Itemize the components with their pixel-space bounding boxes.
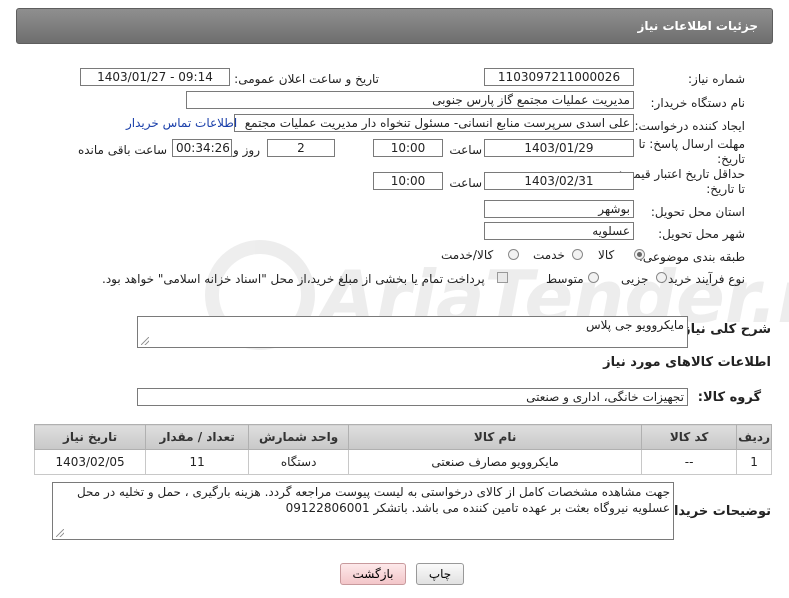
process-radio-medium[interactable] (588, 272, 599, 283)
resize-handle-icon[interactable] (56, 529, 64, 537)
cell-unit: دستگاه (248, 449, 350, 475)
panel-header: جزئیات اطلاعات نیاز (16, 8, 773, 44)
creator-field: علی اسدی سرپرست منابع انسانی- مسئول تنخو… (234, 114, 634, 132)
table-header-row: ردیف کد کالا نام کالا واحد شمارش تعداد /… (33, 424, 772, 450)
reply-deadline-label: مهلت ارسال پاسخ: تا تاریخ: (638, 137, 745, 166)
print-button[interactable]: چاپ (416, 563, 464, 585)
process-option-minor: جزیی (621, 272, 649, 286)
cell-need-date: 1403/02/05 (33, 449, 147, 475)
process-option-medium: متوسط (546, 272, 584, 286)
price-date-field: 1403/02/31 (484, 172, 634, 190)
panel-title: جزئیات اطلاعات نیاز (637, 19, 758, 33)
cell-item-name: مایکروویو مصارف صنعتی (348, 449, 643, 475)
category-option-service: خدمت (533, 248, 565, 262)
description-label: شرح کلی نیاز: (677, 322, 771, 337)
goods-info-title: اطلاعات کالاهای مورد نیاز (603, 355, 771, 370)
description-text: مایکروویو جی پلاس (586, 318, 684, 332)
need-number-field: 1103097211000026 (484, 68, 634, 86)
payment-note: پرداخت تمام یا بخشی از مبلغ خرید،از محل … (102, 272, 485, 286)
buyer-notes-label: توضیحات خریدار: (661, 504, 771, 519)
creator-label: ایجاد کننده درخواست: (634, 119, 745, 133)
cell-item-code: -- (641, 449, 738, 475)
days-field: 2 (267, 139, 335, 157)
description-textarea: مایکروویو جی پلاس (137, 316, 688, 348)
category-radio-goods[interactable] (634, 249, 645, 260)
col-header-need-date: تاریخ نیاز (33, 424, 147, 450)
category-radio-service[interactable] (572, 249, 583, 260)
reply-time-label: ساعت (449, 143, 482, 157)
price-time-field: 10:00 (373, 172, 443, 190)
back-button[interactable]: بازگشت (340, 563, 406, 585)
contact-link[interactable]: اطلاعات تماس خریدار (126, 116, 237, 130)
province-label: استان محل تحویل: (650, 205, 745, 219)
price-time-label: ساعت (449, 176, 482, 190)
treasury-payment-checkbox[interactable] (497, 272, 508, 283)
resize-handle-icon[interactable] (141, 337, 149, 345)
buyer-notes-text: جهت مشاهده مشخصات کامل از کالای درخواستی… (76, 485, 670, 515)
col-header-row-number: ردیف (736, 424, 772, 450)
need-number-label: شماره نیاز: (688, 72, 745, 86)
col-header-unit: واحد شمارش (248, 424, 350, 450)
buyer-field: مدیریت عملیات مجتمع گاز پارس جنوبی (186, 91, 634, 109)
goods-group-field: تجهیزات خانگی، اداری و صنعتی (137, 388, 688, 406)
announce-field: 1403/01/27 - 09:14 (80, 68, 230, 86)
remaining-label: ساعت باقی مانده (77, 143, 167, 157)
remaining-time-field: 00:34:26 (172, 139, 232, 157)
goods-group-label: گروه کالا: (697, 390, 761, 405)
category-option-goods: کالا (598, 248, 615, 262)
city-label: شهر محل تحویل: (658, 227, 745, 241)
buyer-notes-textarea: جهت مشاهده مشخصات کامل از کالای درخواستی… (52, 482, 674, 540)
process-radio-minor[interactable] (656, 272, 667, 283)
days-label: روز و (233, 143, 260, 157)
category-radio-goods-service[interactable] (508, 249, 519, 260)
reply-date-field: 1403/01/29 (484, 139, 634, 157)
col-header-item-code: کد کالا (641, 424, 738, 450)
col-header-item-name: نام کالا (348, 424, 643, 450)
reply-time-field: 10:00 (373, 139, 443, 157)
category-label: طبقه بندی موضوعی: (638, 250, 745, 264)
items-table: ردیف کد کالا نام کالا واحد شمارش تعداد /… (33, 424, 772, 475)
city-field: عسلویه (484, 222, 634, 240)
table-row: 1 -- مایکروویو مصارف صنعتی دستگاه 11 140… (33, 449, 772, 475)
province-field: بوشهر (484, 200, 634, 218)
category-option-goods-service: کالا/خدمت (441, 248, 494, 262)
cell-quantity: 11 (145, 449, 250, 475)
col-header-quantity: تعداد / مقدار (145, 424, 250, 450)
announce-label: تاریخ و ساعت اعلان عمومی: (234, 72, 379, 86)
buyer-label: نام دستگاه خریدار: (650, 96, 746, 110)
cell-row-number: 1 (736, 449, 772, 475)
process-label: نوع فرآیند خرید : (660, 272, 745, 286)
